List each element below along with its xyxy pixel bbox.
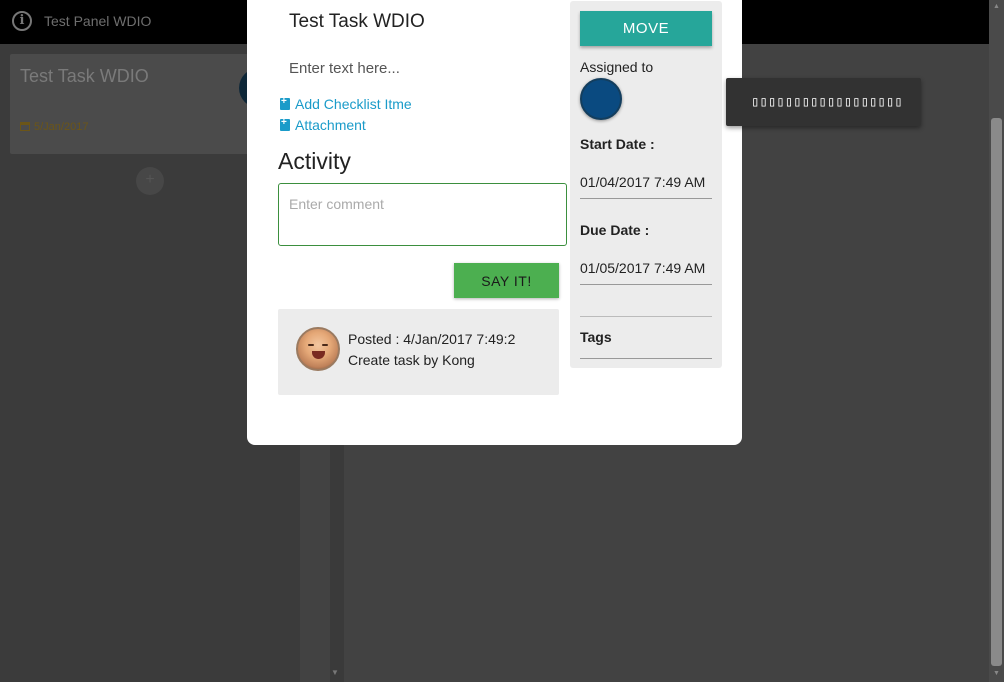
assignee-tooltip: ▯▯▯▯▯▯▯▯▯▯▯▯▯▯▯▯▯▯ [726,78,921,126]
board-title: Test Panel WDIO [44,13,152,29]
tags-input-underline[interactable] [580,358,712,359]
start-date-label: Start Date : [580,136,655,152]
task-card-date: 5/Jan/2017 [20,121,88,133]
activity-heading: Activity [278,148,351,174]
modal-task-title[interactable]: Test Task WDIO [289,11,425,33]
say-it-button[interactable]: SAY IT! [454,263,559,298]
avatar [296,327,340,371]
task-card-title: Test Task WDIO [20,66,149,86]
add-task-button[interactable]: + [136,167,164,195]
start-date-field[interactable] [580,166,712,199]
divider [580,316,712,317]
attachment-link[interactable]: Attachment [280,117,366,133]
tags-label: Tags [580,329,612,345]
file-upload-icon [280,117,290,131]
due-date-label: Due Date : [580,222,650,238]
scroll-up-icon[interactable]: ▲ [993,3,1000,10]
task-card-date-text: 5/Jan/2017 [34,121,89,133]
due-date-field[interactable] [580,252,712,285]
assigned-to-label: Assigned to [580,59,654,75]
add-checklist-label: Add Checklist Itme [295,96,412,112]
file-add-icon [280,96,290,110]
activity-post: Posted : 4/Jan/2017 7:49:2 Create task b… [278,309,559,395]
move-button[interactable]: MOVE [580,11,712,46]
add-checklist-link[interactable]: Add Checklist Itme [280,96,412,112]
assignee-avatar[interactable] [580,78,622,120]
chevron-down-icon[interactable]: ▼ [331,668,339,677]
scroll-down-icon[interactable]: ▼ [993,670,1000,677]
description-input[interactable] [279,54,549,82]
calendar-icon [20,122,30,131]
task-detail-modal: Test Task WDIO Add Checklist Itme Attach… [247,0,742,445]
task-side-panel: MOVE Assigned to Start Date : Due Date :… [570,1,722,368]
post-timestamp: Posted : 4/Jan/2017 7:49:2 [348,331,516,347]
tooltip-text: ▯▯▯▯▯▯▯▯▯▯▯▯▯▯▯▯▯▯ [751,94,903,110]
attachment-label: Attachment [295,117,366,133]
comment-input[interactable] [278,183,567,246]
page-scrollbar-thumb[interactable] [991,118,1002,666]
post-message: Create task by Kong [348,352,475,368]
info-icon[interactable]: i [12,11,32,31]
